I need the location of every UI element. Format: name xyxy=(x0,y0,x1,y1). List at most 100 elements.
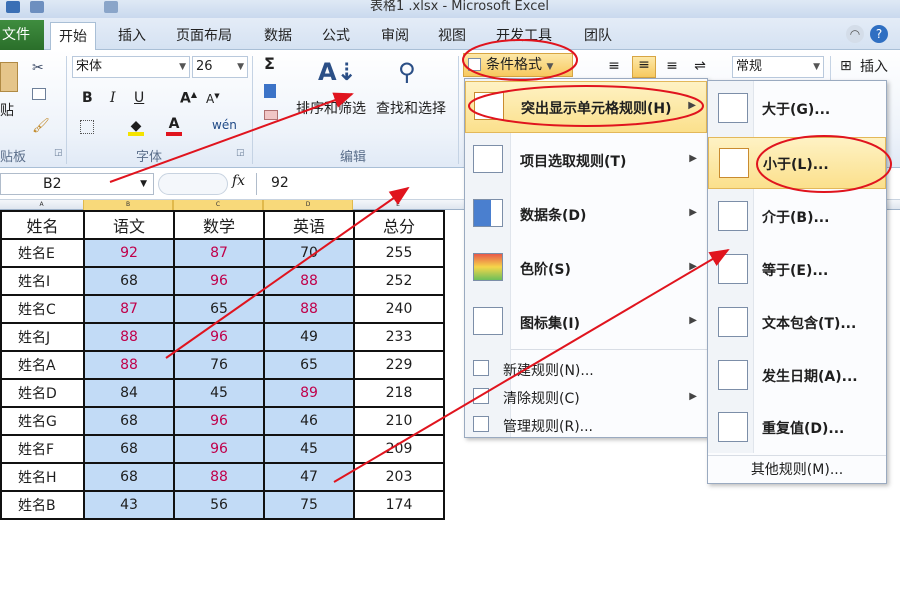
number-format-combo[interactable]: 常规 ▼ xyxy=(732,56,824,78)
fill-color-icon[interactable]: ◆ xyxy=(128,118,144,136)
table-cell[interactable]: 210 xyxy=(353,406,445,436)
column-header-b[interactable]: B xyxy=(83,200,173,210)
menu-item-color-scales[interactable]: 色阶(S) ▶ xyxy=(465,243,707,295)
table-cell[interactable]: 174 xyxy=(353,490,445,520)
tab-view[interactable]: 视图 xyxy=(438,22,466,50)
sort-filter-icon[interactable]: A⇣ xyxy=(318,58,357,86)
submenu-item-date-occurring[interactable]: 发生日期(A)... xyxy=(708,350,886,402)
underline-button[interactable]: U xyxy=(134,90,144,106)
table-cell[interactable]: 88 xyxy=(263,266,355,296)
table-cell[interactable]: 65 xyxy=(173,294,265,324)
help-icon[interactable]: ? xyxy=(870,25,888,43)
copy-icon[interactable] xyxy=(32,88,46,100)
table-cell[interactable]: 姓名F xyxy=(0,434,85,464)
table-cell[interactable]: 56 xyxy=(173,490,265,520)
fill-icon[interactable] xyxy=(264,84,276,98)
menu-item-new-rule[interactable]: 新建规则(N)... xyxy=(465,355,707,383)
table-cell[interactable]: 209 xyxy=(353,434,445,464)
table-cell[interactable]: 46 xyxy=(263,406,355,436)
table-cell[interactable]: 43 xyxy=(83,490,175,520)
header-cell[interactable]: 英语 xyxy=(263,210,355,240)
menu-item-manage-rules[interactable]: 管理规则(R)... xyxy=(465,411,707,439)
align-bottom-icon[interactable]: ≡ xyxy=(662,58,682,76)
format-painter-icon[interactable]: 🖌 xyxy=(32,118,50,134)
table-cell[interactable]: 88 xyxy=(173,462,265,492)
table-cell[interactable]: 89 xyxy=(263,378,355,408)
table-cell[interactable]: 229 xyxy=(353,350,445,380)
font-size-combo[interactable]: 26 ▼ xyxy=(192,56,248,78)
table-cell[interactable]: 49 xyxy=(263,322,355,352)
font-color-icon[interactable]: A xyxy=(166,116,182,136)
submenu-item-greater-than[interactable]: 大于(G)... xyxy=(708,83,886,135)
column-header-d[interactable]: D xyxy=(263,200,353,210)
tab-file[interactable]: 文件 xyxy=(0,20,44,50)
table-cell[interactable]: 姓名J xyxy=(0,322,85,352)
table-cell[interactable]: 姓名A xyxy=(0,350,85,380)
table-cell[interactable]: 87 xyxy=(173,238,265,268)
bold-button[interactable]: B xyxy=(82,90,93,106)
table-cell[interactable]: 姓名H xyxy=(0,462,85,492)
font-launcher-icon[interactable]: ◲ xyxy=(236,148,245,158)
insert-cells-button[interactable]: 插入 xyxy=(860,56,888,76)
table-cell[interactable]: 96 xyxy=(173,406,265,436)
header-cell[interactable]: 数学 xyxy=(173,210,265,240)
table-cell[interactable]: 96 xyxy=(173,266,265,296)
menu-item-clear-rules[interactable]: 清除规则(C) ▶ xyxy=(465,383,707,411)
menu-item-highlight-cells-rules[interactable]: 突出显示单元格规则(H) ▶ xyxy=(465,81,707,133)
header-cell[interactable]: 姓名 xyxy=(0,210,85,240)
table-cell[interactable]: 255 xyxy=(353,238,445,268)
column-header-e[interactable]: E xyxy=(353,200,443,210)
tab-insert[interactable]: 插入 xyxy=(118,22,146,50)
table-cell[interactable]: 88 xyxy=(83,350,175,380)
table-cell[interactable]: 88 xyxy=(263,294,355,324)
find-select-icon[interactable]: ⚲ xyxy=(398,58,416,86)
column-header-a[interactable]: A xyxy=(0,200,83,210)
table-cell[interactable]: 70 xyxy=(263,238,355,268)
table-cell[interactable]: 87 xyxy=(83,294,175,324)
table-cell[interactable]: 240 xyxy=(353,294,445,324)
table-cell[interactable]: 233 xyxy=(353,322,445,352)
autosum-icon[interactable]: Σ xyxy=(264,54,275,73)
align-middle-icon[interactable]: ≡ xyxy=(632,56,656,78)
table-cell[interactable]: 68 xyxy=(83,462,175,492)
table-cell[interactable]: 203 xyxy=(353,462,445,492)
insert-function-button[interactable]: fx xyxy=(232,173,245,189)
table-cell[interactable]: 96 xyxy=(173,322,265,352)
paste-icon[interactable] xyxy=(0,62,18,92)
tab-review[interactable]: 审阅 xyxy=(381,22,409,50)
cut-icon[interactable]: ✂ xyxy=(32,60,44,76)
submenu-item-text-contains[interactable]: 文本包含(T)... xyxy=(708,297,886,349)
submenu-item-less-than[interactable]: 小于(L)... xyxy=(708,137,886,189)
table-cell[interactable]: 96 xyxy=(173,434,265,464)
table-cell[interactable]: 68 xyxy=(83,266,175,296)
table-cell[interactable]: 45 xyxy=(173,378,265,408)
menu-item-icon-sets[interactable]: 图标集(I) ▶ xyxy=(465,297,707,349)
table-cell[interactable]: 252 xyxy=(353,266,445,296)
table-cell[interactable]: 84 xyxy=(83,378,175,408)
undo-icon[interactable] xyxy=(30,1,44,13)
submenu-item-between[interactable]: 介于(B)... xyxy=(708,191,886,243)
clear-icon[interactable] xyxy=(264,110,278,120)
italic-button[interactable]: I xyxy=(110,90,116,106)
conditional-formatting-button[interactable]: 条件格式 ▼ xyxy=(463,53,573,77)
phonetic-guide-icon[interactable]: wén xyxy=(212,118,237,132)
name-box[interactable]: B2 ▼ xyxy=(0,173,154,195)
table-cell[interactable]: 姓名B xyxy=(0,490,85,520)
tab-page-layout[interactable]: 页面布局 xyxy=(176,22,232,50)
table-cell[interactable]: 姓名C xyxy=(0,294,85,324)
borders-icon[interactable] xyxy=(80,120,94,134)
table-cell[interactable]: 88 xyxy=(83,322,175,352)
save-icon[interactable] xyxy=(6,1,20,13)
print-preview-icon[interactable] xyxy=(104,1,118,13)
menu-item-top-bottom-rules[interactable]: 项目选取规则(T) ▶ xyxy=(465,135,707,187)
table-cell[interactable]: 47 xyxy=(263,462,355,492)
wrap-text-icon[interactable]: ⇌ xyxy=(690,58,710,76)
table-cell[interactable]: 68 xyxy=(83,406,175,436)
sort-filter-button[interactable]: 排序和筛选 xyxy=(296,98,366,118)
menu-item-data-bars[interactable]: 数据条(D) ▶ xyxy=(465,189,707,241)
tab-developer[interactable]: 开发工具 xyxy=(496,22,552,50)
font-name-combo[interactable]: 宋体 ▼ xyxy=(72,56,190,78)
table-cell[interactable]: 姓名I xyxy=(0,266,85,296)
insert-cells-icon[interactable]: ⊞ xyxy=(840,58,852,74)
table-cell[interactable]: 姓名E xyxy=(0,238,85,268)
